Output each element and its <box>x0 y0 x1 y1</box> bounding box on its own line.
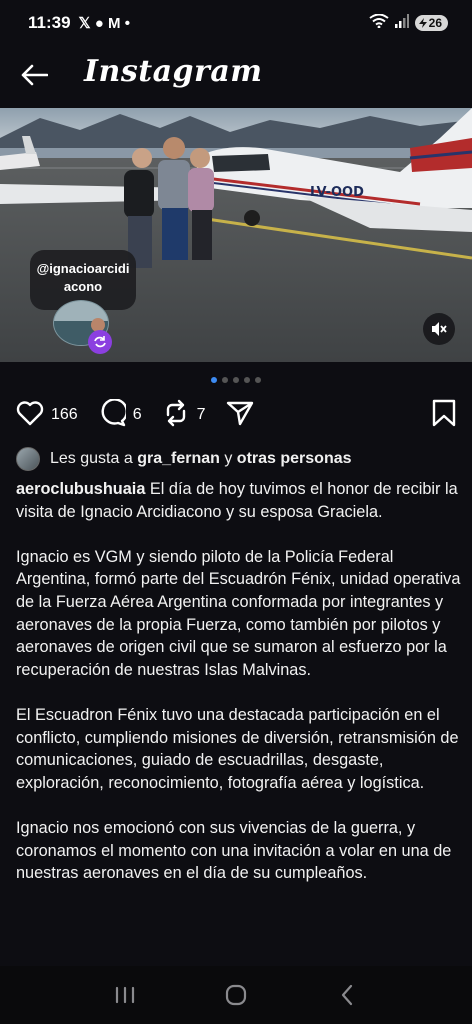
refresh-badge-icon <box>88 330 112 354</box>
post-photo[interactable]: LV-OOD @ignacioarcidi acono <box>0 108 472 362</box>
caption-paragraph-2: Ignacio es VGM y siendo piloto de la Pol… <box>16 547 461 679</box>
comments-count: 6 <box>132 406 142 423</box>
carousel-dot <box>255 377 261 383</box>
comment-icon <box>98 397 128 432</box>
carousel-indicator <box>0 377 472 383</box>
reposts-count: 7 <box>196 406 206 423</box>
battery-level: 26 <box>428 16 442 30</box>
likes-prefix: Les gusta a <box>50 450 133 467</box>
post-actions: 166 6 7 <box>16 397 456 432</box>
repost-icon <box>162 399 190 432</box>
people <box>124 137 214 268</box>
battery-icon: 26 <box>414 15 448 31</box>
comment-button[interactable]: 6 <box>98 397 142 432</box>
share-icon <box>226 399 254 432</box>
system-nav-bar <box>0 966 472 1024</box>
like-button[interactable]: 166 <box>16 400 78 431</box>
caption-paragraph-4: Ignacio nos emocionó con sus vivencias d… <box>16 818 452 883</box>
notification-icons: 𝕏 ● M • <box>78 15 130 32</box>
bookmark-button[interactable] <box>432 399 456 432</box>
caption-username[interactable]: aeroclubushuaia <box>16 480 145 498</box>
carousel-dot <box>233 377 239 383</box>
recent-apps-icon[interactable] <box>105 975 145 1015</box>
liker-avatar <box>16 447 40 471</box>
instagram-logo: Instagram <box>84 54 263 89</box>
likes-summary[interactable]: Les gusta a gra_fernan y otras personas <box>16 447 352 471</box>
status-time: 11:39 <box>28 13 71 32</box>
bookmark-icon <box>432 399 456 432</box>
signal-icon <box>394 13 409 33</box>
caption-paragraph-3: El Escuadron Fénix tuvo una destacada pa… <box>16 705 459 792</box>
back-icon[interactable] <box>327 975 367 1015</box>
status-bar: 11:39 𝕏 ● M • 26 <box>0 0 472 46</box>
share-button[interactable] <box>226 399 254 432</box>
mute-icon[interactable] <box>423 313 455 345</box>
back-arrow-icon[interactable] <box>18 60 50 90</box>
carousel-dot <box>244 377 250 383</box>
likes-connector: y <box>224 450 233 467</box>
post-caption: aeroclubushuaia El día de hoy tuvimos el… <box>16 478 462 907</box>
wifi-icon <box>369 13 389 33</box>
likes-others[interactable]: otras personas <box>237 450 352 467</box>
home-icon[interactable] <box>216 975 256 1015</box>
carousel-dot <box>222 377 228 383</box>
carousel-dot <box>211 377 217 383</box>
plane-registration: LV-OOD <box>310 185 364 200</box>
liker-username[interactable]: gra_fernan <box>137 450 220 467</box>
tag-handle-line2: acono <box>63 279 103 294</box>
heart-icon <box>16 400 44 431</box>
app-header: Instagram <box>0 46 472 104</box>
tag-handle-line1: @ignacioarcidi <box>36 261 130 276</box>
likes-count: 166 <box>51 406 78 423</box>
repost-button[interactable]: 7 <box>162 399 206 432</box>
